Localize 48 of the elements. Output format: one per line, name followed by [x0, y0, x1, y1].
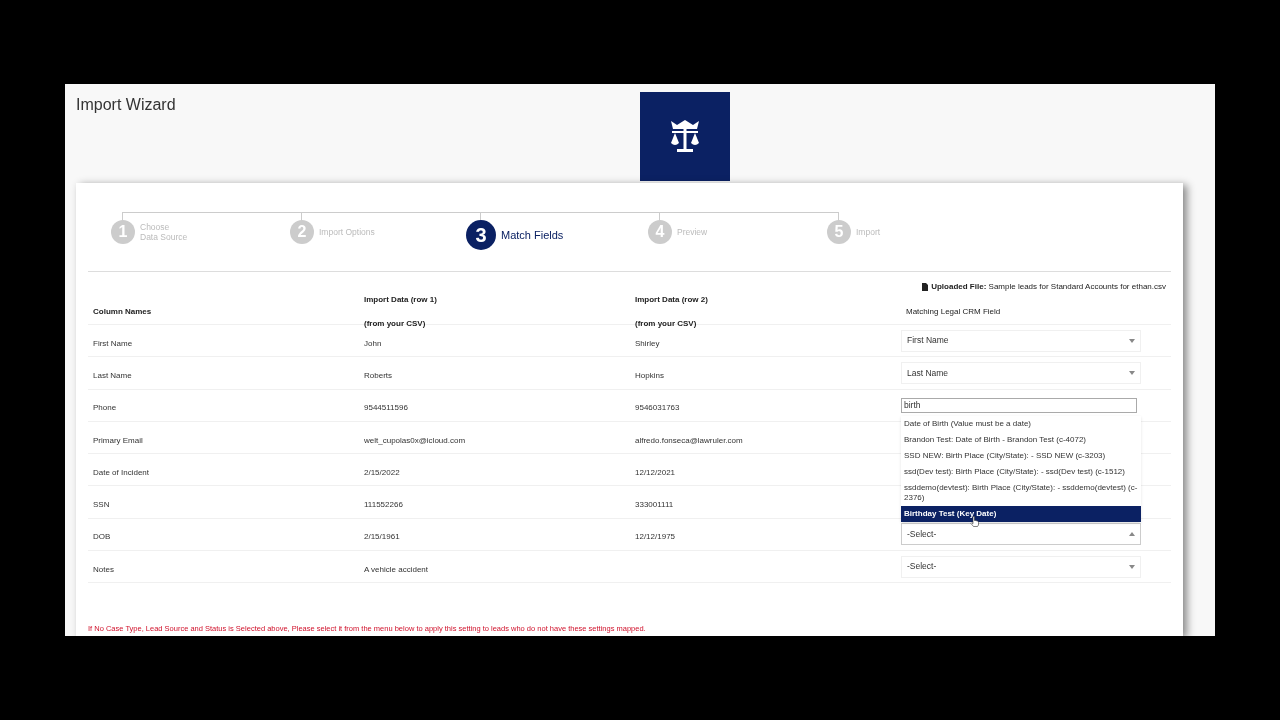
- table-cell: SSN: [93, 500, 110, 510]
- dropdown-option[interactable]: Brandon Test: Date of Birth - Brandon Test (c-4072): [901, 431, 1141, 448]
- dropdown-option[interactable]: SSD NEW: Birth Place (City/State): - SSD NEW (c-3203): [901, 447, 1141, 464]
- table-cell: First Name: [93, 338, 133, 348]
- scales-icon: [668, 118, 702, 155]
- table-cell: Hopkins: [635, 370, 664, 380]
- dropdown-option[interactable]: Birthday Test (Key Date): [901, 505, 1141, 522]
- table-cell: Last Name: [93, 370, 132, 380]
- table-cell: 12/12/2021: [635, 467, 676, 477]
- caret-icon: [1129, 338, 1135, 343]
- column-header: Matching Legal CRM Field: [906, 307, 1001, 316]
- table-cell: Notes: [93, 564, 114, 574]
- field-select[interactable]: -Select-: [901, 555, 1141, 578]
- table-cell: welt_cupolas0x@icloud.com: [364, 435, 466, 445]
- table-cell: Phone: [93, 403, 117, 413]
- column-header: Import Data (row 1) (from your CSV): [364, 295, 437, 328]
- table-cell: 111552266: [364, 500, 403, 510]
- table-cell: 2/15/1961: [364, 532, 400, 542]
- step-label[interactable]: Match Fields: [501, 230, 564, 240]
- table-cell: 333001111: [635, 500, 674, 510]
- caret-icon: [1129, 370, 1135, 375]
- caret-icon: [1129, 532, 1135, 537]
- page-title: Import Wizard: [76, 96, 177, 114]
- table-cell: DOB: [93, 532, 111, 542]
- column-header: Import Data (row 2) (from your CSV): [635, 295, 708, 328]
- caret-icon: [1129, 564, 1135, 569]
- step-number: 3: [466, 220, 496, 250]
- dropdown-option[interactable]: ssd(Dev test): Birth Place (City/State): - ssd(Dev test) (c-1512): [901, 463, 1141, 480]
- field-select[interactable]: Last Name: [901, 361, 1141, 384]
- column-header: Column Names: [93, 307, 152, 316]
- uploaded-file: Uploaded File: Sample leads for Standard Accounts for ethan.csv: [931, 281, 1166, 293]
- table-cell: 9546031763: [635, 403, 680, 413]
- dropdown-option[interactable]: Date of Birth (Value must be a date): [901, 415, 1141, 432]
- table-cell: Date of Incident: [93, 467, 150, 477]
- table-cell: 12/12/1975: [635, 532, 676, 542]
- search-field[interactable]: birth: [901, 397, 1137, 413]
- field-select[interactable]: -Select-: [901, 523, 1141, 546]
- table-cell: Primary Email: [93, 435, 143, 445]
- file-icon: [922, 283, 929, 291]
- table-cell: 2/15/2022: [364, 467, 400, 477]
- table-cell: John: [364, 338, 382, 348]
- field-select[interactable]: First Name: [901, 329, 1141, 352]
- table-cell: Roberts: [364, 370, 392, 380]
- table-cell: 9544511596: [364, 403, 408, 413]
- table-cell: alfredo.fonseca@lawruler.com: [635, 435, 743, 445]
- dropdown-option[interactable]: ssddemo(devtest): Birth Place (City/State): - ssddemo(devtest) (c-2376): [901, 479, 1141, 506]
- table-cell: A vehicle accident: [364, 564, 429, 574]
- table-cell: Shirley: [635, 338, 660, 348]
